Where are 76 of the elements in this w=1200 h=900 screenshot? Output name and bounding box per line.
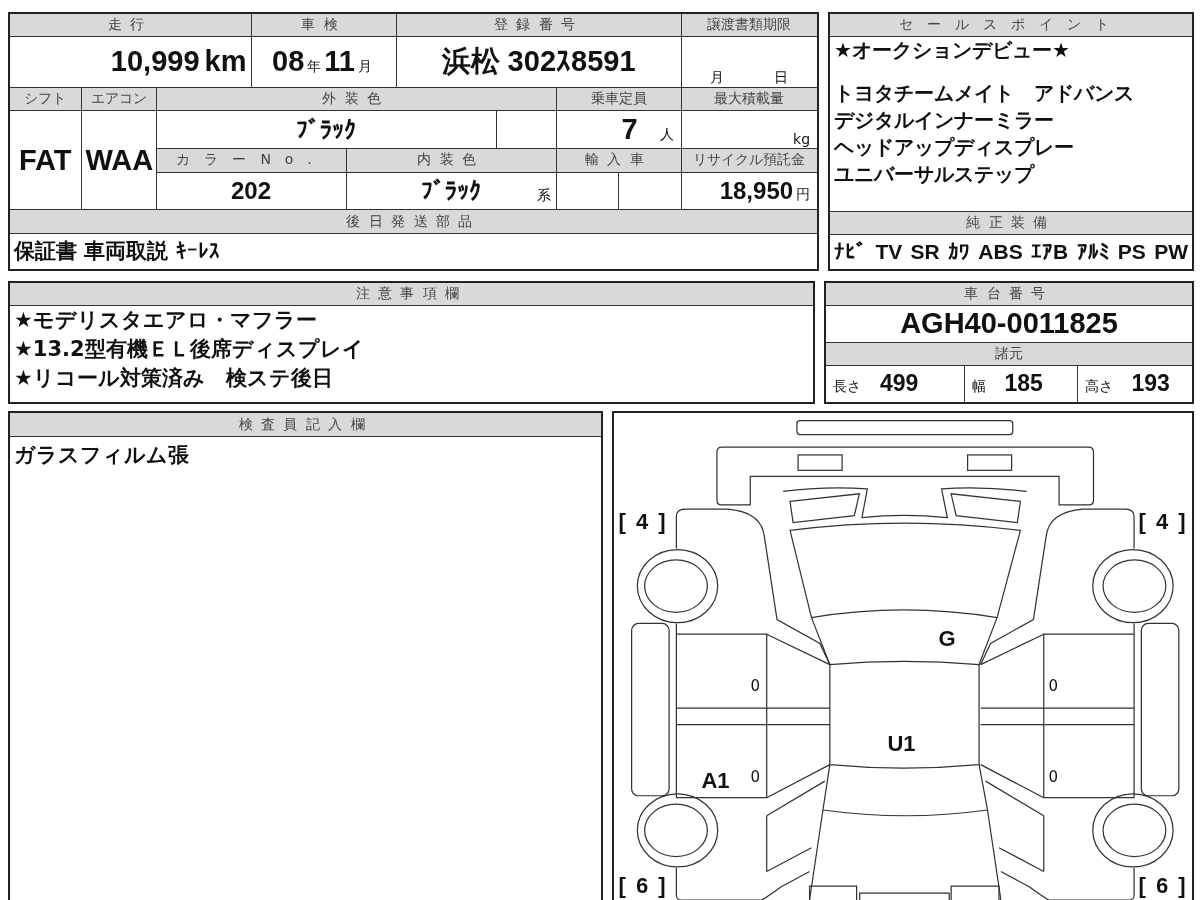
aircon-value: WAA <box>85 143 154 176</box>
height-label: 高さ <box>1084 378 1113 395</box>
recycle-fee-header: リサイクル預託金 <box>681 148 819 173</box>
equipment-item: PS <box>1117 239 1146 264</box>
import-header: 輸入車 <box>556 148 682 173</box>
tire-grade: [ 6 ] <box>1138 873 1188 899</box>
exterior-color-header: 外装色 <box>156 87 557 111</box>
damage-code: U1 <box>887 731 916 757</box>
registration-number: 浜松 302ｽ8591 <box>441 44 636 77</box>
month-unit: 月 <box>358 58 372 75</box>
equipment-item: PW <box>1154 239 1188 264</box>
sales-point-text: ユニバーサルステップ <box>834 160 1036 188</box>
deadline-header: 譲渡書類期限 <box>681 13 819 37</box>
height-value: 193 <box>1131 370 1170 397</box>
width-value: 185 <box>1004 370 1043 397</box>
specs-header: 諸元 <box>825 342 1193 365</box>
tire-grade: [ 6 ] <box>618 873 668 899</box>
mileage-header: 走行 <box>9 13 252 37</box>
length-value: 499 <box>880 370 919 397</box>
equipment-item: ｱﾙﾐ <box>1076 239 1110 264</box>
interior-color-header: 内装色 <box>346 148 557 173</box>
recycle-fee-unit: 円 <box>796 185 811 202</box>
damage-code: A1 <box>701 768 730 794</box>
inspector-notes-header: 検査員記入欄 <box>10 413 602 437</box>
registration-header: 登録番号 <box>396 13 682 37</box>
later-parts-header: 後日発送部品 <box>9 209 819 234</box>
sales-point-headline: ★オークションデビュー★ <box>834 36 1071 64</box>
color-number-value: 202 <box>231 176 272 204</box>
panel-grade: 0 <box>1048 677 1059 695</box>
mileage-unit: km <box>204 45 247 78</box>
exterior-color-value: ﾌﾞﾗｯｸ <box>296 115 356 143</box>
notes-header: 注意事項欄 <box>9 282 814 305</box>
capacity-header: 乗車定員 <box>556 87 682 111</box>
shift-value: FAT <box>18 143 72 176</box>
mileage-value: 10,999 <box>110 45 200 78</box>
sales-points-header: セールスポイント <box>829 13 1193 36</box>
max-load-header: 最大積載量 <box>681 87 819 111</box>
chassis-number-value: AGH40-0011825 <box>900 307 1118 339</box>
note-text: ★モデリスタエアロ・マフラー <box>14 306 318 334</box>
equipment-header: 純正装備 <box>829 211 1193 234</box>
panel-grade: 0 <box>750 768 761 786</box>
tire-grade: [ 4 ] <box>618 509 668 535</box>
damage-code: G <box>938 626 956 652</box>
tire-grade: [ 4 ] <box>1138 509 1188 535</box>
equipment-item: SR <box>910 239 940 264</box>
sales-point-text: デジタルインナーミラー <box>834 106 1056 134</box>
equipment-item: TV <box>875 239 903 264</box>
interior-color-value: ﾌﾞﾗｯｸ <box>421 176 482 204</box>
max-load-unit: kg <box>793 131 811 148</box>
deadline-month-unit: 月 <box>710 68 725 87</box>
equipment-item: ABS <box>978 239 1023 264</box>
recycle-fee-value: 18,950 <box>719 176 794 204</box>
sales-point-text: トヨタチームメイト アドバンス <box>834 79 1136 107</box>
inspection-year: 08 <box>272 45 305 78</box>
equipment-item: ｴｱB <box>1031 239 1069 264</box>
width-label: 幅 <box>971 378 986 395</box>
equipment-item: ｶﾜ <box>948 239 971 264</box>
inspection-header: 車検 <box>251 13 397 37</box>
later-parts-value: 保証書 車両取説 ｷｰﾚｽ <box>14 239 220 264</box>
deadline-day-unit: 日 <box>774 68 789 87</box>
panel-grade: 0 <box>1048 768 1059 786</box>
year-unit: 年 <box>307 58 322 75</box>
inspection-month: 11 <box>324 45 355 78</box>
capacity-value: 7 <box>621 113 638 146</box>
shift-header: シフト <box>9 87 81 111</box>
equipment-item: ﾅﾋﾞ <box>834 239 868 264</box>
note-text: ★リコール対策済み 検ステ後日 <box>14 364 334 392</box>
interior-color-suffix: 系 <box>536 187 551 206</box>
panel-grade: 0 <box>750 677 761 695</box>
note-text: ★13.2型有機ＥＬ後席ディスプレイ <box>14 335 365 363</box>
chassis-number-header: 車台番号 <box>825 282 1193 305</box>
sales-point-text: ヘッドアップディスプレー <box>834 133 1076 161</box>
capacity-unit: 人 <box>659 126 674 143</box>
length-label: 長さ <box>833 378 861 395</box>
inspector-comment: ガラスフィルム張 <box>13 442 190 469</box>
color-number-header: カラーNo. <box>156 148 347 173</box>
